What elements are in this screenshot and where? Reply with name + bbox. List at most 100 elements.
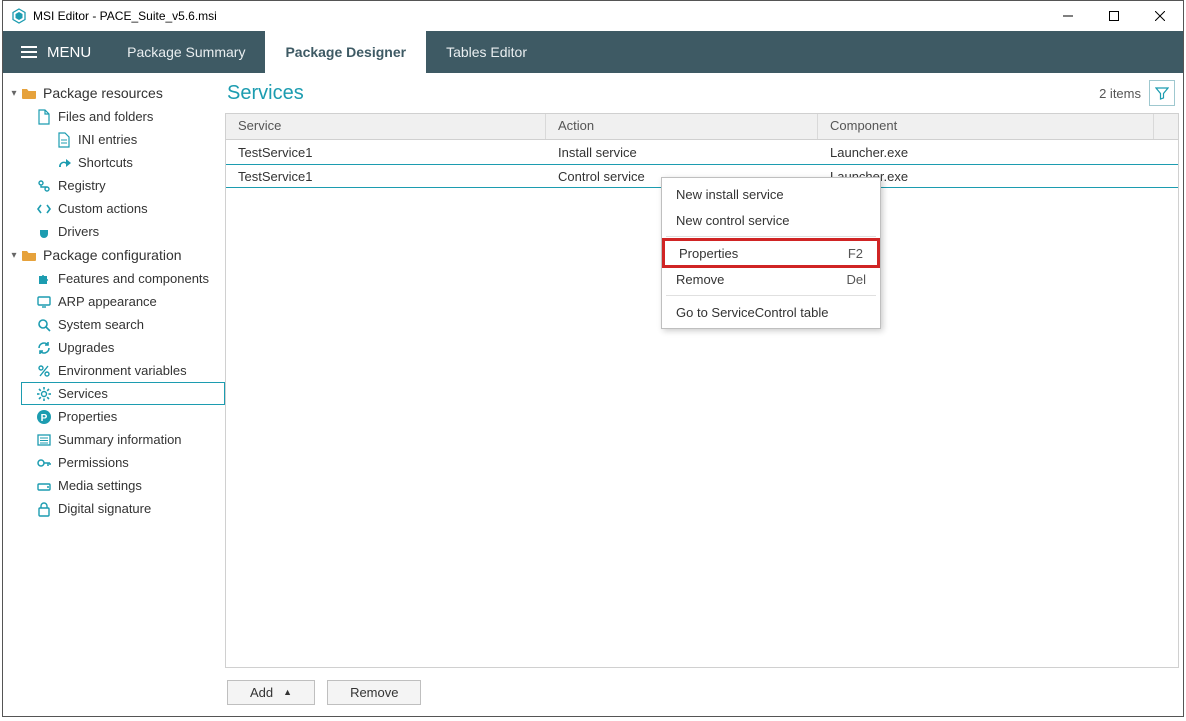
context-menu-item-properties[interactable]: PropertiesF2 [662,238,880,268]
context-menu-item-shortcut: Del [846,272,866,287]
context-menu-item-label: Remove [676,272,724,287]
gear-icon [36,386,52,402]
sidebar-item-label: Summary information [58,432,182,447]
sidebar-item-label: Properties [58,409,117,424]
sidebar-item-label: Custom actions [58,201,148,216]
sidebar-item-label: Features and components [58,271,209,286]
sidebar-item-label: Services [58,386,108,401]
sidebar-item-upgrades[interactable]: Upgrades [21,336,225,359]
sidebar: ▾ Package resources Files and folders INI… [3,73,225,716]
sidebar-item-label: Digital signature [58,501,151,516]
sidebar-item-registry[interactable]: Registry [21,174,225,197]
puzzle-icon [36,271,52,287]
sidebar-item-files-and-folders[interactable]: Files and folders [21,105,225,128]
sidebar-item-label: Upgrades [58,340,114,355]
caret-down-icon: ▾ [9,250,19,261]
maximize-button[interactable] [1091,1,1137,31]
items-count: 2 items [1099,86,1141,101]
sidebar-item-permissions[interactable]: Permissions [21,451,225,474]
sidebar-items: Features and components ARP appearance Sys… [3,267,225,520]
context-menu-separator [666,295,876,296]
filter-button[interactable] [1149,80,1175,106]
plug-icon [36,224,52,240]
sidebar-item-system-search[interactable]: System search [21,313,225,336]
context-menu-item-go-to-servicecontrol-table[interactable]: Go to ServiceControl table [662,299,880,325]
sidebar-item-ini-entries[interactable]: INI entries [21,128,225,151]
context-menu-item-new-install-service[interactable]: New install service [662,181,880,207]
refresh-icon [36,340,52,356]
hamburger-icon [21,46,37,58]
sidebar-item-drivers[interactable]: Drivers [21,220,225,243]
sidebar-item-label: Permissions [58,455,129,470]
sidebar-item-environment-variables[interactable]: Environment variables [21,359,225,382]
context-menu-item-label: Go to ServiceControl table [676,305,828,320]
drive-icon [36,478,52,494]
shortcut-icon [56,155,72,171]
sidebar-item-shortcuts[interactable]: Shortcuts [21,151,225,174]
table-header: Service Action Component [226,114,1178,140]
column-component[interactable]: Component [818,114,1154,139]
cell-service: TestService1 [226,145,546,160]
sidebar-item-label: Environment variables [58,363,187,378]
footer-toolbar: Add ▲ Remove [225,668,1183,716]
sidebar-item-custom-actions[interactable]: Custom actions [21,197,225,220]
code-icon [36,201,52,217]
column-service[interactable]: Service [226,114,546,139]
sidebar-group-header[interactable]: ▾ Package resources [3,81,225,105]
page-title: Services [227,82,1099,105]
close-button[interactable] [1137,1,1183,31]
sidebar-item-label: Files and folders [58,109,153,124]
sidebar-item-label: Drivers [58,224,99,239]
remove-button[interactable]: Remove [327,680,421,705]
menu-label: MENU [47,44,91,61]
tab-package-summary[interactable]: Package Summary [107,31,265,73]
sidebar-item-features-and-components[interactable]: Features and components [21,267,225,290]
sidebar-item-properties[interactable]: P Properties [21,405,225,428]
sidebar-group-resources: ▾ Package resources Files and folders INI… [3,81,225,243]
registry-icon [36,178,52,194]
table-row[interactable]: TestService1Install serviceLauncher.exe [226,140,1178,164]
main-panel: Services 2 items Service Action Componen… [225,73,1183,716]
main-tabs: Package Summary Package Designer Tables … [107,31,547,73]
tab-package-designer[interactable]: Package Designer [265,31,426,73]
cell-action: Install service [546,145,818,160]
percent-icon [36,363,52,379]
body: ▾ Package resources Files and folders INI… [3,73,1183,716]
sidebar-group-header[interactable]: ▾ Package configuration [3,243,225,267]
minimize-button[interactable] [1045,1,1091,31]
sidebar-item-label: System search [58,317,144,332]
titlebar: MSI Editor - PACE_Suite_v5.6.msi [3,1,1183,31]
filter-icon [1155,86,1169,100]
window-title: MSI Editor - PACE_Suite_v5.6.msi [33,9,1045,23]
sidebar-group-configuration: ▾ Package configuration Features and com… [3,243,225,520]
context-menu-separator [666,236,876,237]
sidebar-item-label: Registry [58,178,106,193]
cell-service: TestService1 [226,169,546,184]
ini-icon [56,132,72,148]
menubar: MENU Package Summary Package Designer Ta… [3,31,1183,73]
sidebar-item-label: Shortcuts [78,155,133,170]
add-button[interactable]: Add ▲ [227,680,315,705]
app-icon [11,8,27,24]
sidebar-item-services[interactable]: Services [21,382,225,405]
sidebar-item-label: Media settings [58,478,142,493]
p-icon: P [36,409,52,425]
monitor-icon [36,294,52,310]
sidebar-items: Files and folders INI entries Shortcuts Reg… [3,105,225,243]
app-window: MSI Editor - PACE_Suite_v5.6.msi MENU Pa… [2,0,1184,717]
sidebar-item-arp-appearance[interactable]: ARP appearance [21,290,225,313]
sidebar-item-digital-signature[interactable]: Digital signature [21,497,225,520]
menu-button[interactable]: MENU [3,31,107,73]
tab-tables-editor[interactable]: Tables Editor [426,31,547,73]
context-menu-item-new-control-service[interactable]: New control service [662,207,880,233]
cell-component: Launcher.exe [818,145,1154,160]
key-icon [36,455,52,471]
column-action[interactable]: Action [546,114,818,139]
sidebar-item-summary-information[interactable]: Summary information [21,428,225,451]
search-icon [36,317,52,333]
context-menu-item-remove[interactable]: Remove Del [662,266,880,292]
folder-icon [21,86,37,100]
caret-down-icon: ▾ [9,88,19,99]
sidebar-item-label: ARP appearance [58,294,157,309]
sidebar-item-media-settings[interactable]: Media settings [21,474,225,497]
